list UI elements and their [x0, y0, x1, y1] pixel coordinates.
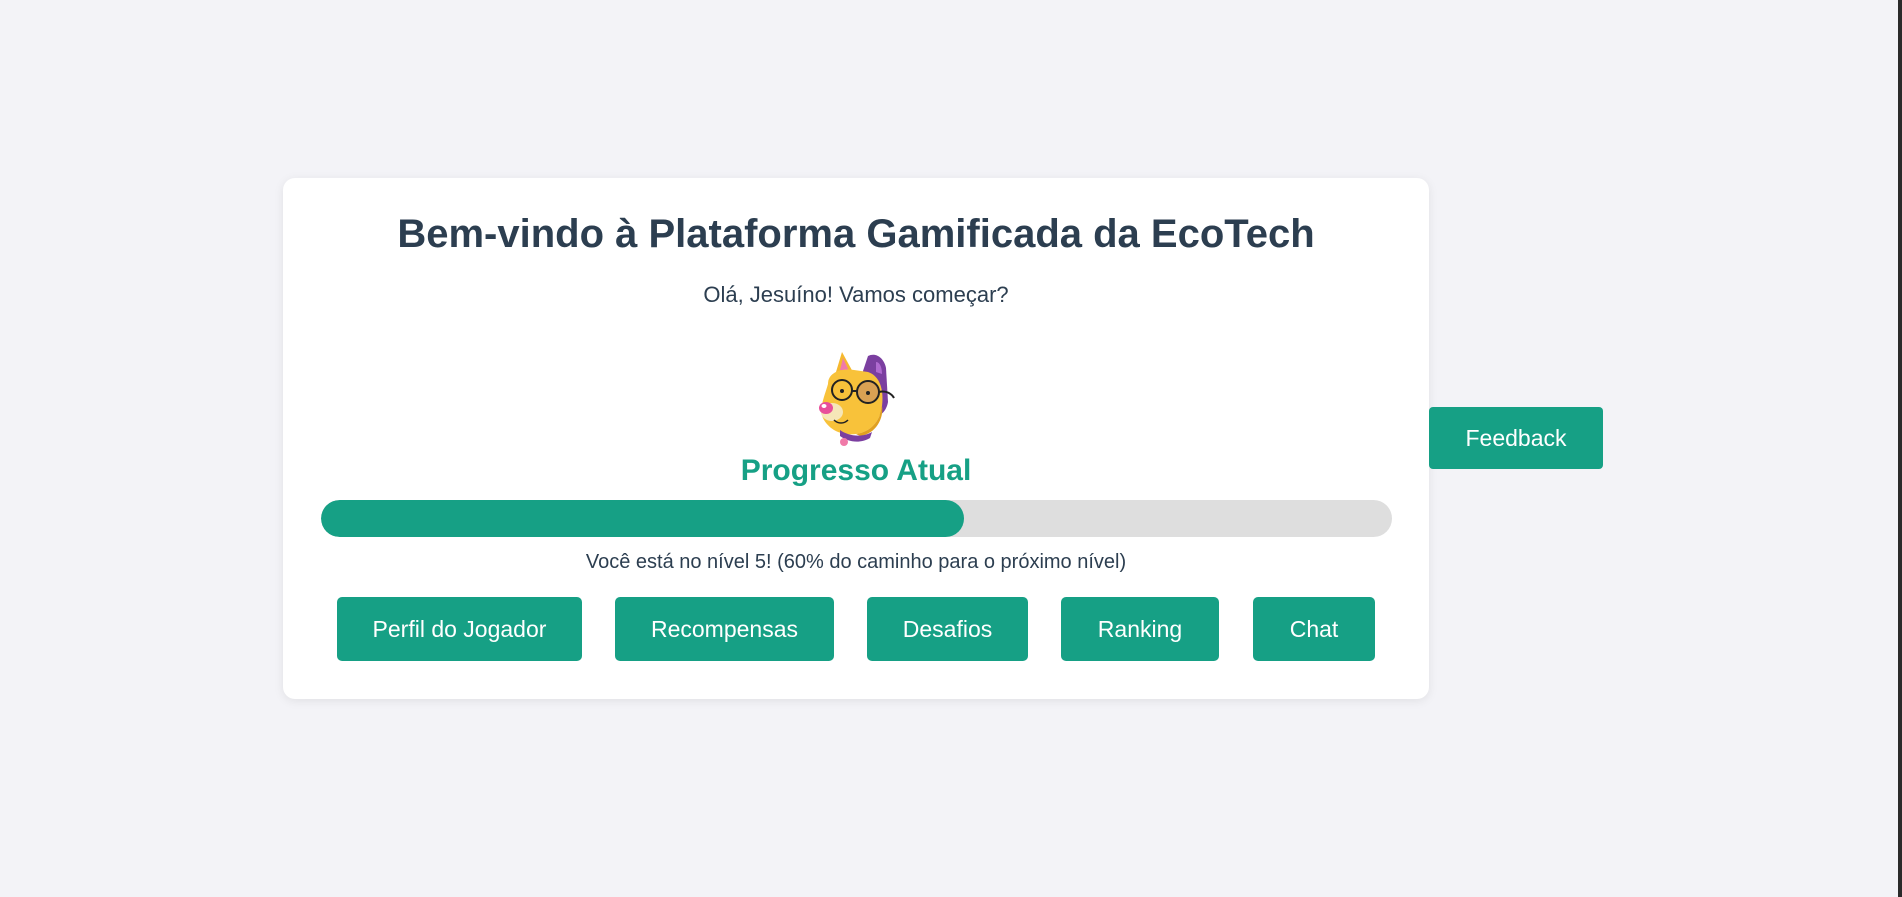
progress-bar — [321, 500, 1392, 537]
progress-title: Progresso Atual — [740, 454, 972, 487]
page-title: Bem-vindo à Plataforma Gamificada da Eco… — [397, 212, 1315, 256]
progress-status-text: Você está no nível 5! (60% do caminho pa… — [585, 551, 1127, 573]
challenges-button[interactable]: Desafios — [867, 597, 1028, 661]
feedback-button[interactable]: Feedback — [1429, 407, 1603, 469]
chat-button[interactable]: Chat — [1253, 597, 1375, 661]
dog-with-glasses-icon — [819, 352, 895, 446]
ranking-button[interactable]: Ranking — [1061, 597, 1219, 661]
rewards-button[interactable]: Recompensas — [615, 597, 834, 661]
welcome-card: Bem-vindo à Plataforma Gamificada da Eco… — [283, 178, 1429, 699]
greeting-text: Olá, Jesuíno! Vamos começar? — [703, 282, 1009, 307]
player-profile-button[interactable]: Perfil do Jogador — [337, 597, 582, 661]
window-edge — [1898, 0, 1902, 897]
progress-bar-fill — [321, 500, 964, 537]
